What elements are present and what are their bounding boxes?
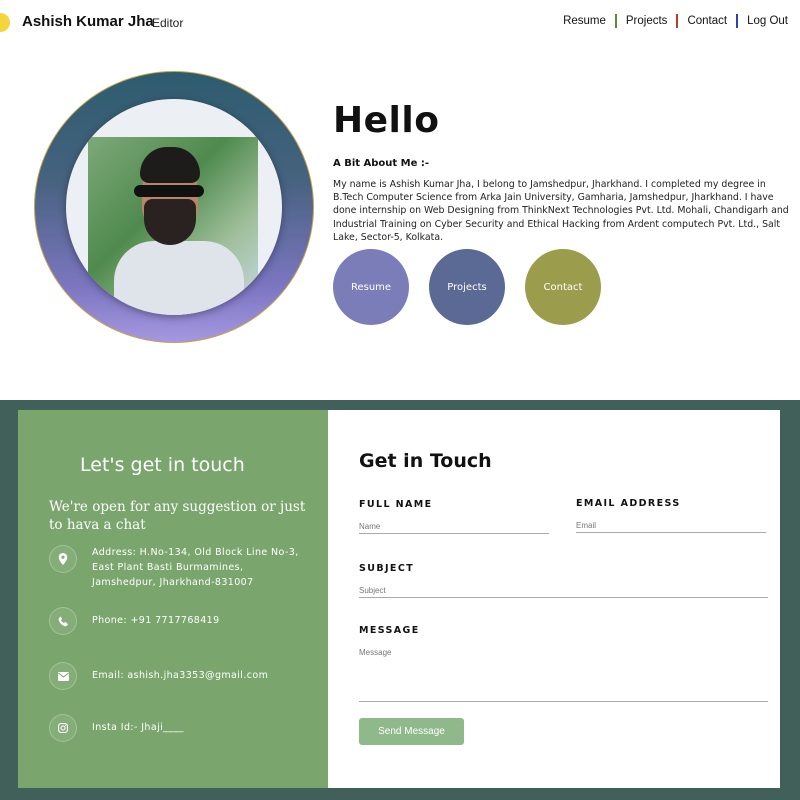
nav-link-contact[interactable]: Contact (687, 15, 727, 27)
nav-link-projects[interactable]: Projects (626, 15, 668, 27)
about-title: A Bit About Me :- (333, 158, 430, 169)
contact-button[interactable]: Contact (525, 249, 601, 325)
insta-text[interactable]: Insta Id:- Jhaji____ (92, 720, 184, 735)
subject-label: SUBJECT (359, 563, 415, 574)
contact-section: Let's get in touch We're open for any su… (0, 400, 800, 800)
top-navbar: Ashish Kumar Jha Editor Resume Projects … (0, 0, 800, 44)
logo-dot (0, 13, 10, 32)
full-name-input[interactable] (359, 520, 549, 534)
email-row: Email: ashish.jha3353@gmail.com (49, 662, 268, 690)
nav-link-resume[interactable]: Resume (563, 15, 606, 27)
nav-divider (614, 14, 617, 28)
email-text[interactable]: Email: ashish.jha3353@gmail.com (92, 668, 268, 683)
full-name-label: FULL NAME (359, 499, 433, 510)
about-text: My name is Ashish Kumar Jha, I belong to… (333, 179, 789, 243)
resume-button[interactable]: Resume (333, 249, 409, 325)
send-message-button[interactable]: Send Message (359, 718, 464, 745)
location-pin-icon (49, 545, 77, 573)
address-row: Address: H.No-134, Old Block Line No-3, … (49, 545, 299, 590)
brand-role: Editor (152, 16, 184, 30)
brand-name[interactable]: Ashish Kumar Jha (22, 13, 154, 30)
address-text: Address: H.No-134, Old Block Line No-3, … (92, 545, 299, 590)
profile-photo (88, 137, 258, 315)
phone-text[interactable]: Phone: +91 7717768419 (92, 613, 220, 628)
nav-link-logout[interactable]: Log Out (747, 15, 788, 27)
contact-form-panel: Get in Touch FULL NAME EMAIL ADDRESS SUB… (328, 410, 780, 788)
instagram-icon (49, 714, 77, 742)
phone-row: Phone: +91 7717768419 (49, 607, 220, 635)
insta-row: Insta Id:- Jhaji____ (49, 714, 184, 742)
profile-photo-frame (66, 99, 282, 315)
address-line: Address: H.No-134, Old Block Line No-3, (92, 547, 299, 558)
nav-links: Resume Projects Contact Log Out (563, 14, 788, 28)
nav-divider (736, 14, 739, 28)
address-line: East Plant Basti Burmamines, (92, 562, 244, 573)
subject-input[interactable] (359, 584, 768, 598)
phone-icon (49, 607, 77, 635)
projects-button[interactable]: Projects (429, 249, 505, 325)
message-label: MESSAGE (359, 625, 420, 636)
form-title: Get in Touch (359, 450, 492, 472)
contact-info-title: Let's get in touch (80, 454, 245, 476)
nav-divider (676, 14, 679, 28)
address-line: Jamshedpur, Jharkhand-831007 (92, 577, 254, 588)
email-address-label: EMAIL ADDRESS (576, 498, 681, 509)
email-input[interactable] (576, 519, 766, 533)
hero-greeting: Hello (333, 100, 440, 141)
envelope-icon (49, 662, 77, 690)
message-textarea[interactable] (359, 646, 768, 702)
contact-info-subtitle: We're open for any suggestion or just to… (49, 499, 306, 533)
contact-info-panel: Let's get in touch We're open for any su… (18, 410, 328, 788)
